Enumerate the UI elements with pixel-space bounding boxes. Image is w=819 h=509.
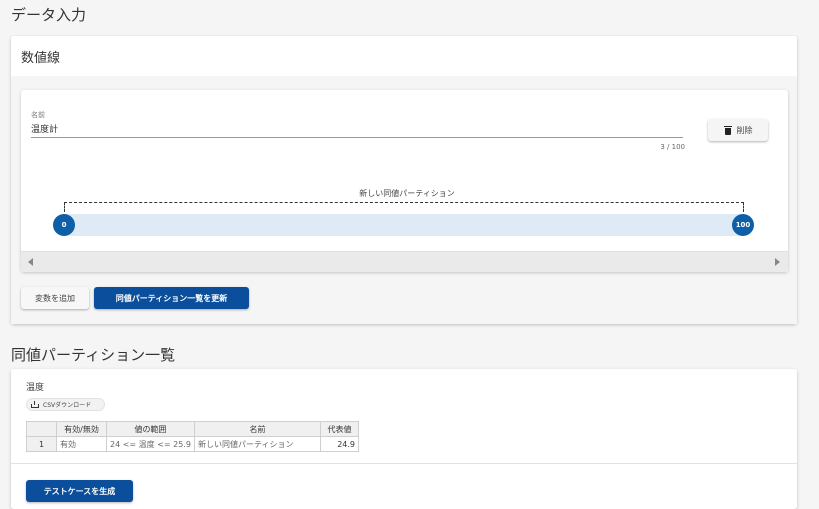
partition-label[interactable]: 新しい同値パーティション: [61, 188, 753, 199]
update-partition-list-button[interactable]: 同値パーティション一覧を更新: [94, 287, 249, 309]
name-input[interactable]: [31, 120, 683, 138]
partition-bracket: [64, 202, 744, 212]
representative-cell[interactable]: 24.9: [320, 436, 359, 452]
scroll-left-icon[interactable]: [28, 258, 33, 266]
trash-icon: [723, 125, 732, 135]
name-field-label: 名前: [31, 111, 45, 119]
csv-download-button[interactable]: CSVダウンロード: [26, 398, 105, 411]
number-line-body: 名前 3 / 100 削除 新しい同値パーティション 0 100 変数を追加 同…: [11, 76, 797, 324]
header-validity: 有効/無効: [56, 421, 107, 437]
page-title: データ入力: [11, 6, 87, 24]
number-line-card: 数値線 名前 3 / 100 削除 新しい同値パーティション 0 100 変数を…: [11, 36, 797, 324]
min-handle[interactable]: 0: [53, 214, 75, 236]
char-counter: 3 / 100: [660, 143, 685, 151]
add-variable-button[interactable]: 変数を追加: [21, 287, 89, 309]
table-header-row: 有効/無効 値の範囲 名前 代表値: [26, 421, 359, 437]
range-bar[interactable]: [64, 214, 744, 236]
table-row: 1 有効 24 <= 温度 <= 25.9 新しい同値パーティション 24.9: [26, 436, 359, 452]
horizontal-scrollbar[interactable]: [21, 251, 788, 272]
row-number: 1: [26, 436, 57, 452]
header-representative: 代表値: [320, 421, 359, 437]
scroll-right-icon[interactable]: [775, 258, 780, 266]
header-range: 値の範囲: [106, 421, 195, 437]
delete-button[interactable]: 削除: [708, 119, 768, 141]
partition-list-title: 同値パーティション一覧: [11, 346, 176, 364]
partition-list-card: 温度 CSVダウンロード 有効/無効 値の範囲 名前 代表値 1 有効 24 <…: [11, 369, 797, 509]
validity-cell[interactable]: 有効: [56, 436, 107, 452]
name-cell[interactable]: 新しい同値パーティション: [194, 436, 321, 452]
variable-title: 温度: [26, 383, 45, 393]
number-line-title: 数値線: [21, 51, 61, 66]
header-rownum: [26, 421, 57, 437]
generate-test-cases-button[interactable]: テストケースを生成: [26, 480, 133, 502]
range-cell[interactable]: 24 <= 温度 <= 25.9: [106, 436, 195, 452]
header-name: 名前: [194, 421, 321, 437]
csv-download-label: CSVダウンロード: [43, 402, 92, 409]
divider: [11, 463, 797, 464]
max-handle[interactable]: 100: [732, 214, 754, 236]
delete-button-label: 削除: [736, 125, 753, 135]
download-icon: [31, 401, 39, 408]
variable-card: 名前 3 / 100 削除 新しい同値パーティション 0 100: [21, 90, 788, 272]
partition-table: 有効/無効 値の範囲 名前 代表値 1 有効 24 <= 温度 <= 25.9 …: [26, 421, 359, 452]
